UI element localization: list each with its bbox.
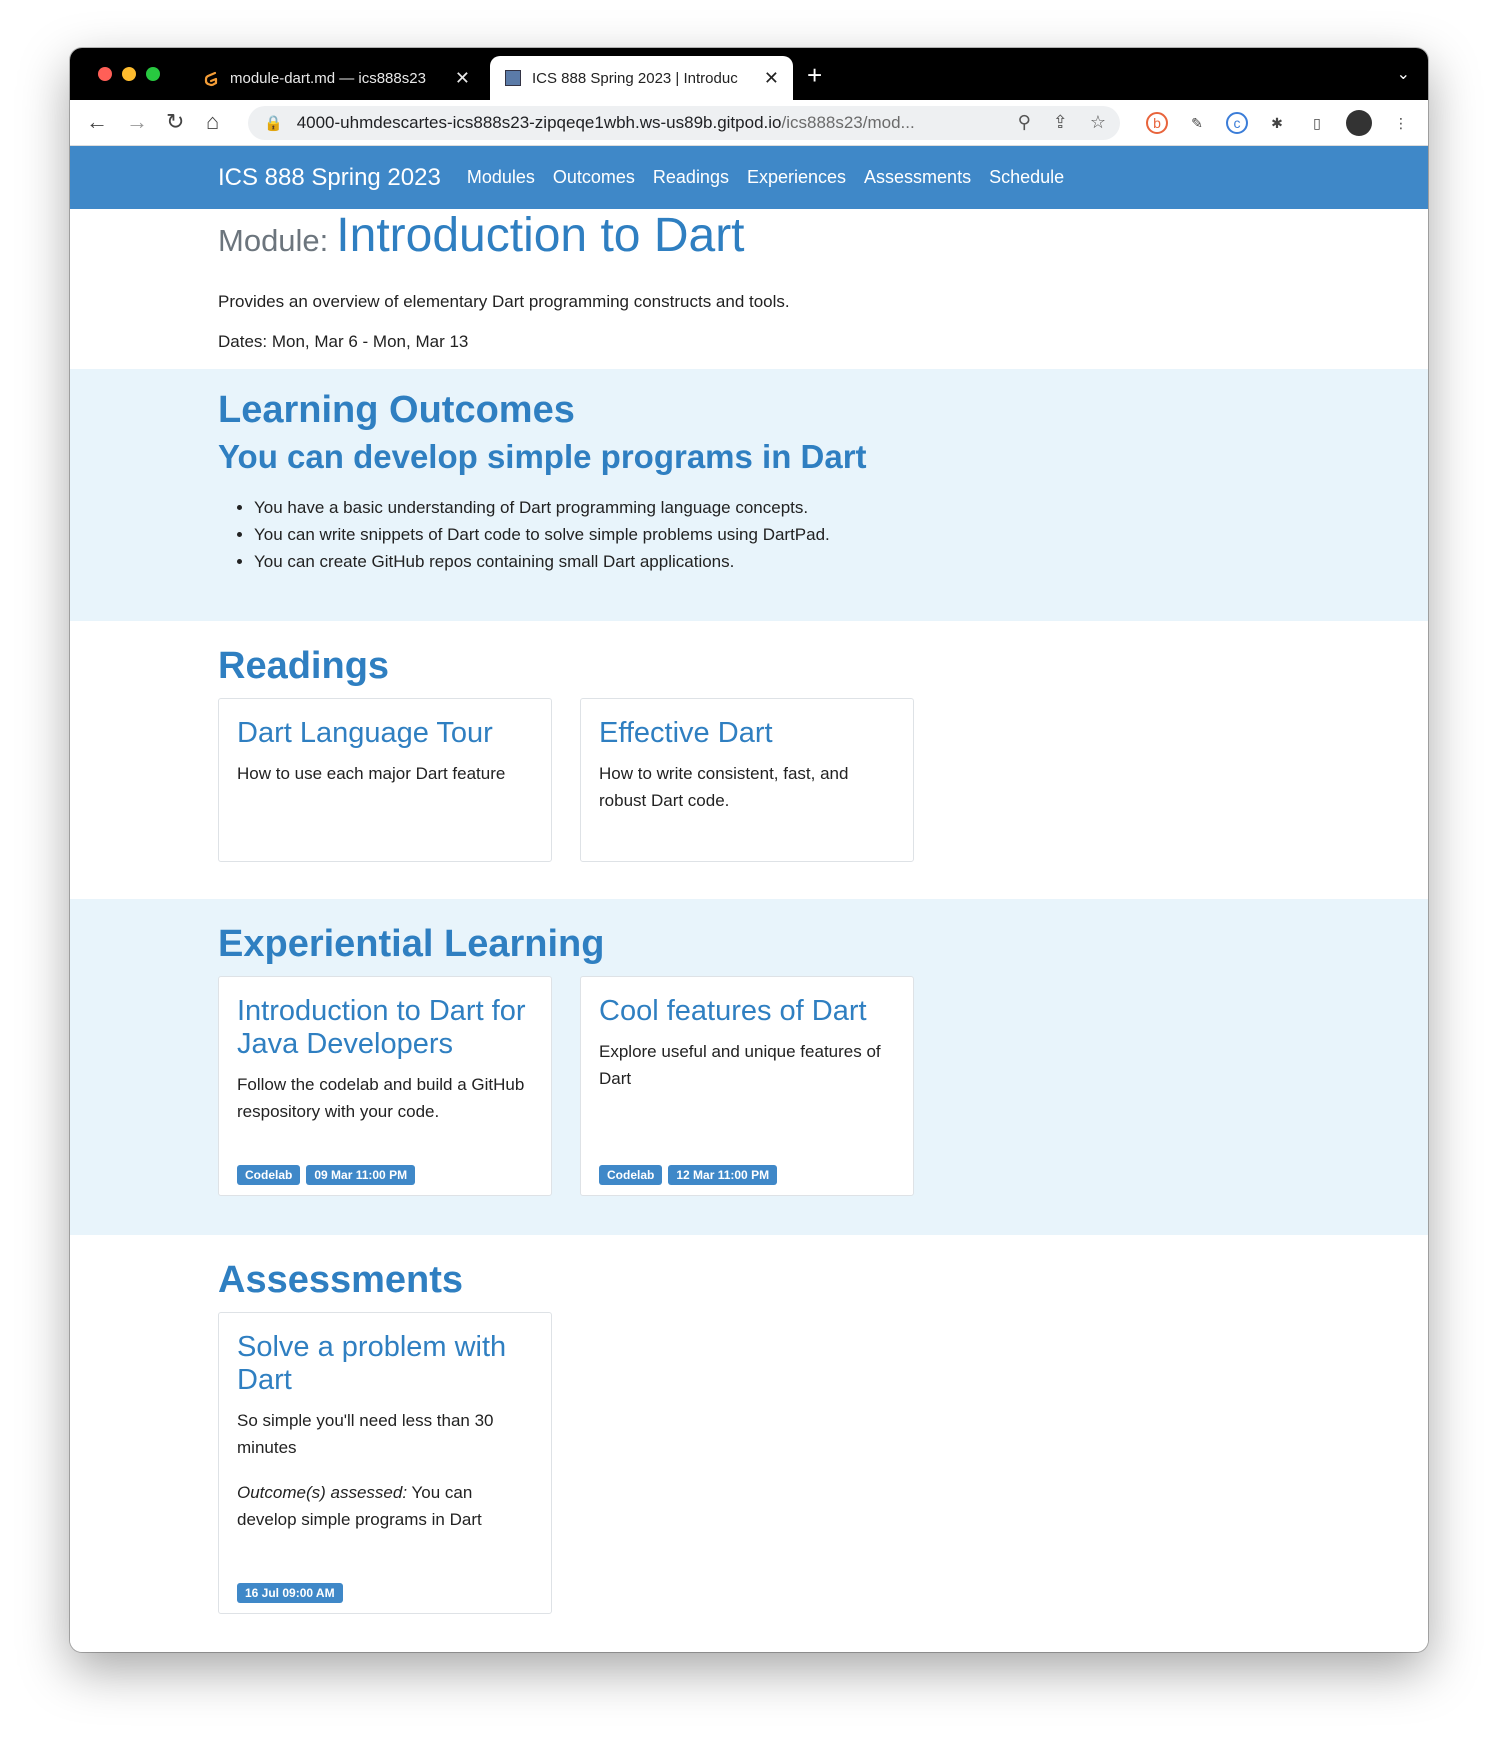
module-description: Provides an overview of elementary Dart …	[218, 292, 790, 311]
close-tab-icon[interactable]: ✕	[764, 68, 779, 89]
forward-icon[interactable]: →	[126, 110, 148, 134]
nav-links: Modules Outcomes Readings Experiences As…	[467, 167, 1064, 188]
card-text: So simple you'll need less than 30 minut…	[237, 1411, 494, 1457]
card-badges: Codelab 09 Mar 11:00 PM	[237, 1165, 416, 1185]
assessments-section: Assessments Solve a problem with Dart So…	[70, 1235, 1428, 1652]
module-header: Module: Introduction to Dart Provides an …	[70, 209, 1428, 369]
url-host: 4000-uhmdescartes-ics888s23-zipqeqe1wbh.…	[296, 113, 782, 132]
home-icon[interactable]: ⌂	[206, 110, 219, 134]
nav-experiences[interactable]: Experiences	[747, 167, 846, 188]
extensions-puzzle-icon[interactable]: ✱	[1266, 112, 1288, 134]
site-navbar: ICS 888 Spring 2023 Modules Outcomes Rea…	[70, 146, 1428, 209]
outcome-list: You have a basic understanding of Dart p…	[254, 494, 1428, 575]
module-label: Module:	[218, 223, 329, 258]
outcomes-assessed: Outcome(s) assessed: You can develop sim…	[237, 1479, 533, 1533]
due-date-badge: 16 Jul 09:00 AM	[237, 1583, 343, 1603]
experiences-heading: Experiential Learning	[218, 923, 605, 965]
tab-ics888[interactable]: ICS 888 Spring 2023 | Introduc ✕	[490, 56, 793, 100]
module-dates: Dates: Mon, Mar 6 - Mon, Mar 13	[218, 332, 469, 351]
outcomes-heading: Learning Outcomes	[218, 389, 575, 431]
address-bar[interactable]: 🔒 4000-uhmdescartes-ics888s23-zipqeqe1wb…	[248, 106, 1120, 140]
browser-toolbar: ← → ↻ ⌂ 🔒 4000-uhmdescartes-ics888s23-zi…	[70, 100, 1428, 146]
share-icon[interactable]: ⇪	[1053, 112, 1068, 133]
readings-heading: Readings	[218, 645, 390, 687]
due-date-badge: 09 Mar 11:00 PM	[306, 1165, 416, 1185]
card-title[interactable]: Cool features of Dart	[599, 995, 895, 1028]
zoom-icon[interactable]: ⚲	[1018, 112, 1031, 133]
page-icon	[505, 70, 521, 86]
more-menu-icon[interactable]: ⋮	[1390, 112, 1412, 134]
outcome-label: Outcome(s) assessed:	[237, 1483, 408, 1502]
tab-title: ICS 888 Spring 2023 | Introduc	[532, 69, 738, 87]
nav-outcomes[interactable]: Outcomes	[553, 167, 635, 188]
assessments-heading: Assessments	[218, 1259, 464, 1301]
card-text: Follow the codelab and build a GitHub re…	[237, 1075, 525, 1121]
reload-icon[interactable]: ↻	[166, 110, 184, 134]
extension-c-icon[interactable]: c	[1226, 112, 1248, 134]
assessment-card[interactable]: Solve a problem with Dart So simple you'…	[218, 1312, 552, 1614]
readings-cards: Dart Language Tour How to use each major…	[218, 698, 1428, 862]
extension-pen-icon[interactable]: ✎	[1186, 112, 1208, 134]
new-tab-icon[interactable]: +	[807, 60, 822, 91]
experience-card[interactable]: Introduction to Dart for Java Developers…	[218, 976, 552, 1196]
extension-b-icon[interactable]: b	[1146, 112, 1168, 134]
card-badges: Codelab 12 Mar 11:00 PM	[599, 1165, 778, 1185]
maximize-window-button[interactable]	[146, 67, 160, 81]
nav-readings[interactable]: Readings	[653, 167, 729, 188]
close-tab-icon[interactable]: ✕	[455, 68, 470, 89]
experiences-section: Experiential Learning Introduction to Da…	[70, 899, 1428, 1235]
card-badges: 16 Jul 09:00 AM	[237, 1583, 343, 1603]
experience-cards: Introduction to Dart for Java Developers…	[218, 976, 1428, 1196]
list-item: You have a basic understanding of Dart p…	[254, 494, 1428, 521]
outcomes-section: Learning Outcomes You can develop simple…	[70, 369, 1428, 621]
readings-section: Readings Dart Language Tour How to use e…	[70, 621, 1428, 899]
url-path: /ics888s23/mod...	[781, 113, 915, 132]
list-item: You can write snippets of Dart code to s…	[254, 521, 1428, 548]
nav-assessments[interactable]: Assessments	[864, 167, 971, 188]
avatar[interactable]	[1346, 110, 1372, 136]
close-window-button[interactable]	[98, 67, 112, 81]
card-title[interactable]: Solve a problem with Dart	[237, 1331, 533, 1397]
reading-card[interactable]: Dart Language Tour How to use each major…	[218, 698, 552, 862]
site-brand[interactable]: ICS 888 Spring 2023	[218, 164, 441, 192]
nav-modules[interactable]: Modules	[467, 167, 535, 188]
card-text: How to write consistent, fast, and robus…	[599, 764, 849, 810]
card-title[interactable]: Effective Dart	[599, 717, 895, 750]
card-text: Explore useful and unique features of Da…	[599, 1042, 881, 1088]
tab-strip: module-dart.md — ics888s23 ✕ ICS 888 Spr…	[70, 48, 1428, 100]
type-badge: Codelab	[237, 1165, 301, 1185]
side-panel-icon[interactable]: ▯	[1306, 112, 1328, 134]
nav-schedule[interactable]: Schedule	[989, 167, 1064, 188]
minimize-window-button[interactable]	[122, 67, 136, 81]
tab-module-dart[interactable]: module-dart.md — ics888s23 ✕	[188, 56, 484, 100]
lock-icon: 🔒	[264, 115, 283, 132]
card-text: How to use each major Dart feature	[237, 764, 506, 783]
list-item: You can create GitHub repos containing s…	[254, 548, 1428, 575]
chevron-down-icon[interactable]: ⌄	[1397, 64, 1410, 84]
back-icon[interactable]: ←	[86, 110, 108, 134]
type-badge: Codelab	[599, 1165, 663, 1185]
card-title[interactable]: Introduction to Dart for Java Developers	[237, 995, 533, 1061]
due-date-badge: 12 Mar 11:00 PM	[668, 1165, 778, 1185]
outcome-title[interactable]: You can develop simple programs in Dart	[218, 438, 1428, 476]
bookmark-star-icon[interactable]: ☆	[1090, 112, 1106, 133]
omnibox-icons: ⚲ ⇪ ☆	[1018, 112, 1106, 133]
tab-title: module-dart.md — ics888s23	[230, 69, 426, 87]
gitpod-icon	[204, 71, 218, 87]
extension-icons: b ✎ c ✱ ▯ ⋮	[1146, 110, 1412, 136]
assessment-cards: Solve a problem with Dart So simple you'…	[218, 1312, 1428, 1614]
module-headline: Module: Introduction to Dart	[218, 209, 1428, 274]
experience-card[interactable]: Cool features of Dart Explore useful and…	[580, 976, 914, 1196]
browser-window: module-dart.md — ics888s23 ✕ ICS 888 Spr…	[70, 48, 1428, 1652]
page-viewport: ICS 888 Spring 2023 Modules Outcomes Rea…	[70, 146, 1428, 1652]
reading-card[interactable]: Effective Dart How to write consistent, …	[580, 698, 914, 862]
card-title[interactable]: Dart Language Tour	[237, 717, 533, 750]
module-title: Introduction to Dart	[336, 209, 745, 262]
